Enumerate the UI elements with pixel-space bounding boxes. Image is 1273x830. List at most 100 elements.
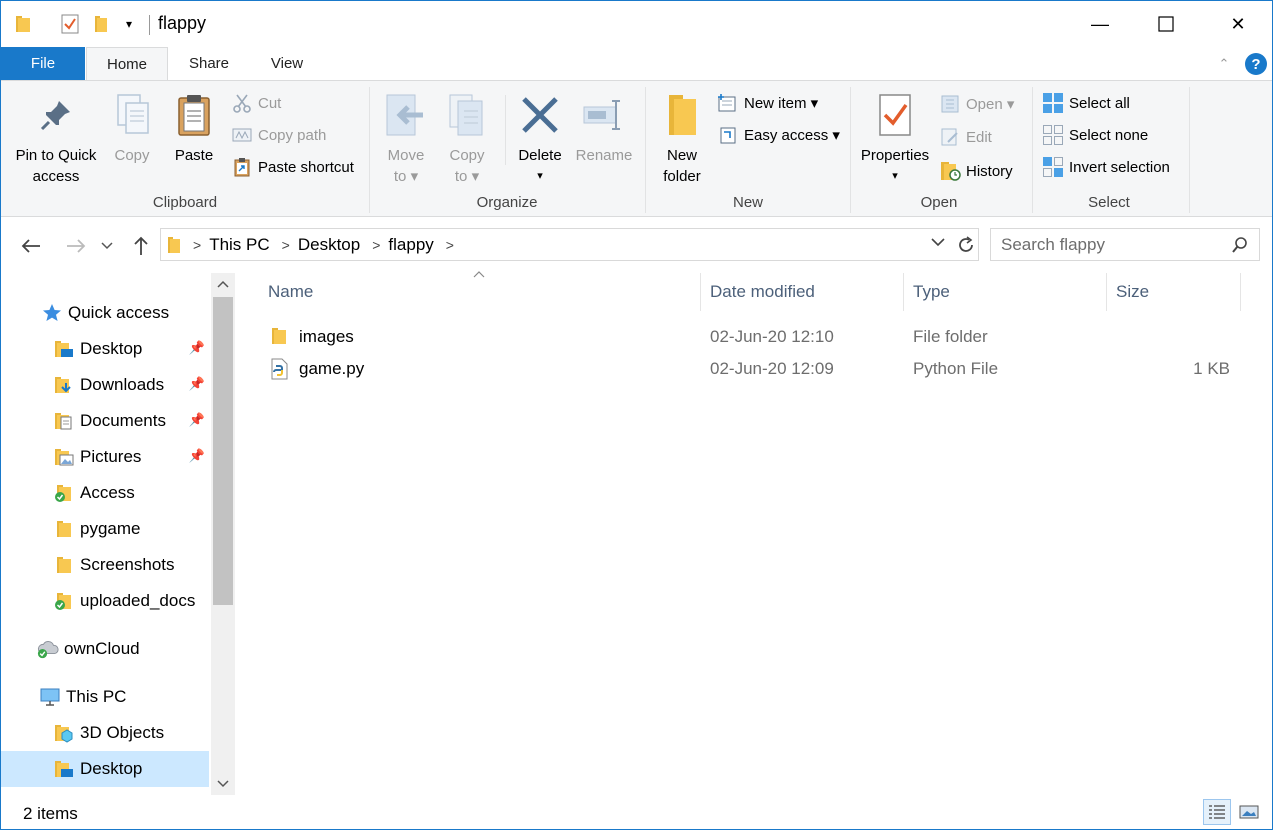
rename-button[interactable]: Rename [571, 89, 637, 166]
move-to-label-2: to ▾ [393, 168, 419, 185]
open-button[interactable]: Open ▾ [939, 91, 1014, 117]
column-separator[interactable] [1240, 273, 1241, 311]
address-bar[interactable]: > This PC > Desktop > flappy > [160, 228, 979, 261]
properties-quick-icon[interactable] [59, 11, 81, 37]
scroll-down-arrow-icon[interactable] [211, 773, 235, 795]
tab-home[interactable]: Home [86, 47, 168, 81]
recent-locations-icon[interactable] [97, 231, 117, 261]
breadcrumb-desktop[interactable]: Desktop [298, 235, 360, 255]
cut-button[interactable]: Cut [231, 90, 281, 116]
nav-item-documents[interactable]: Documents 📌 [1, 403, 209, 439]
pin-icon[interactable]: 📌 [189, 376, 205, 392]
nav-item-owncloud[interactable]: ownCloud [1, 631, 209, 667]
large-icons-view-icon[interactable] [1235, 799, 1263, 825]
scroll-up-arrow-icon[interactable] [211, 273, 235, 295]
properties-label: Properties [860, 147, 930, 164]
nav-item-this-pc[interactable]: This PC [1, 679, 209, 715]
column-separator[interactable] [903, 273, 904, 311]
nav-item-screenshots[interactable]: Screenshots [1, 547, 209, 583]
breadcrumb-flappy[interactable]: flappy [388, 235, 433, 255]
details-view-icon[interactable] [1203, 799, 1231, 825]
search-input[interactable] [991, 234, 1221, 255]
history-icon [939, 160, 961, 182]
maximize-button[interactable] [1143, 1, 1189, 47]
nav-item-pictures[interactable]: Pictures 📌 [1, 439, 209, 475]
close-button[interactable]: ✕ [1215, 1, 1261, 47]
address-dropdown-icon[interactable] [931, 237, 945, 247]
column-header-name[interactable]: Name [268, 273, 698, 311]
breadcrumb-separator[interactable]: > [446, 237, 454, 253]
paste-shortcut-button[interactable]: Paste shortcut [231, 154, 354, 180]
customize-quick-access-icon[interactable]: ▾ [119, 11, 139, 37]
copy-button[interactable]: Copy [105, 89, 159, 166]
paste-button[interactable]: Paste [167, 89, 221, 166]
collapse-ribbon-icon[interactable]: ⌃ [1213, 54, 1235, 74]
invert-selection-button[interactable]: Invert selection [1042, 154, 1170, 180]
easy-access-button[interactable]: Easy access ▾ [717, 122, 840, 148]
tab-view[interactable]: View [253, 47, 321, 80]
pin-to-quick-access-button[interactable]: Pin to Quick access [9, 89, 103, 187]
edit-button[interactable]: Edit [939, 124, 992, 150]
copy-path-button[interactable]: Copy path [231, 122, 326, 148]
cut-label: Cut [258, 94, 282, 112]
properties-dropdown-arrow[interactable]: ▾ [892, 166, 898, 187]
tab-file[interactable]: File [1, 47, 85, 80]
new-folder-button[interactable]: New folder [655, 89, 709, 187]
forward-arrow-icon[interactable] [61, 231, 91, 261]
breadcrumb-separator[interactable]: > [282, 237, 290, 253]
nav-label: Desktop [80, 339, 143, 358]
search-box[interactable] [990, 228, 1260, 261]
new-item-button[interactable]: New item ▾ [717, 90, 818, 116]
properties-button[interactable]: Properties ▾ [857, 89, 933, 187]
star-icon [41, 302, 63, 324]
nav-item-3d-objects[interactable]: 3D Objects [1, 715, 209, 751]
breadcrumb-this-pc[interactable]: This PC [209, 235, 269, 255]
nav-item-desktop[interactable]: Desktop [1, 751, 209, 787]
pin-icon[interactable]: 📌 [189, 412, 205, 428]
select-all-button[interactable]: Select all [1042, 90, 1130, 116]
table-row[interactable]: images 02-Jun-20 12:10 File folder [257, 321, 1260, 353]
pin-icon[interactable]: 📌 [189, 448, 205, 464]
pin-icon[interactable]: 📌 [189, 340, 205, 356]
nav-item-access[interactable]: Access [1, 475, 209, 511]
column-header-date[interactable]: Date modified [710, 273, 900, 311]
column-header-size[interactable]: Size [1116, 273, 1236, 311]
nav-item-pygame[interactable]: pygame [1, 511, 209, 547]
properties-icon [871, 89, 919, 141]
file-name: game.py [299, 359, 365, 378]
column-separator[interactable] [1106, 273, 1107, 311]
scroll-thumb[interactable] [213, 297, 233, 605]
nav-item-quick-access[interactable]: Quick access [1, 295, 209, 331]
nav-item-uploaded-docs[interactable]: uploaded_docs [1, 583, 209, 619]
nav-scrollbar[interactable] [211, 273, 235, 795]
minimize-button[interactable]: — [1077, 1, 1123, 47]
title-separator [149, 15, 150, 35]
search-icon[interactable] [1231, 236, 1249, 254]
copy-to-icon [443, 89, 491, 141]
move-to-button[interactable]: Move to ▾ [379, 89, 433, 187]
delete-button[interactable]: Delete ▾ [513, 89, 567, 187]
organize-group-label: Organize [476, 194, 538, 211]
breadcrumb-separator[interactable]: > [372, 237, 380, 253]
tab-share[interactable]: Share [173, 47, 245, 80]
group-separator [1032, 87, 1033, 213]
ribbon: Pin to Quick access Copy Paste Cut Copy … [1, 80, 1272, 217]
history-button[interactable]: History [939, 158, 1013, 184]
breadcrumb-separator[interactable]: > [193, 237, 201, 253]
column-header-type[interactable]: Type [913, 273, 1103, 311]
nav-label: Pictures [80, 447, 142, 466]
column-separator[interactable] [700, 273, 701, 311]
help-icon[interactable]: ? [1245, 53, 1267, 75]
refresh-icon[interactable] [953, 231, 979, 259]
back-arrow-icon[interactable] [16, 231, 46, 261]
explorer-window: ▾ flappy — ✕ File Home Share View ⌃ ? Pi… [0, 0, 1273, 830]
new-folder-quick-icon[interactable] [92, 11, 110, 37]
select-none-button[interactable]: Select none [1042, 122, 1148, 148]
copy-to-button[interactable]: Copy to ▾ [439, 89, 495, 187]
table-row[interactable]: game.py 02-Jun-20 12:09 Python File 1 KB [257, 353, 1260, 385]
move-to-label-1: Move [387, 147, 425, 164]
up-arrow-icon[interactable] [126, 231, 156, 261]
nav-item-desktop-pinned[interactable]: Desktop 📌 [1, 331, 209, 367]
nav-item-downloads[interactable]: Downloads 📌 [1, 367, 209, 403]
delete-dropdown-arrow[interactable]: ▾ [537, 166, 543, 187]
